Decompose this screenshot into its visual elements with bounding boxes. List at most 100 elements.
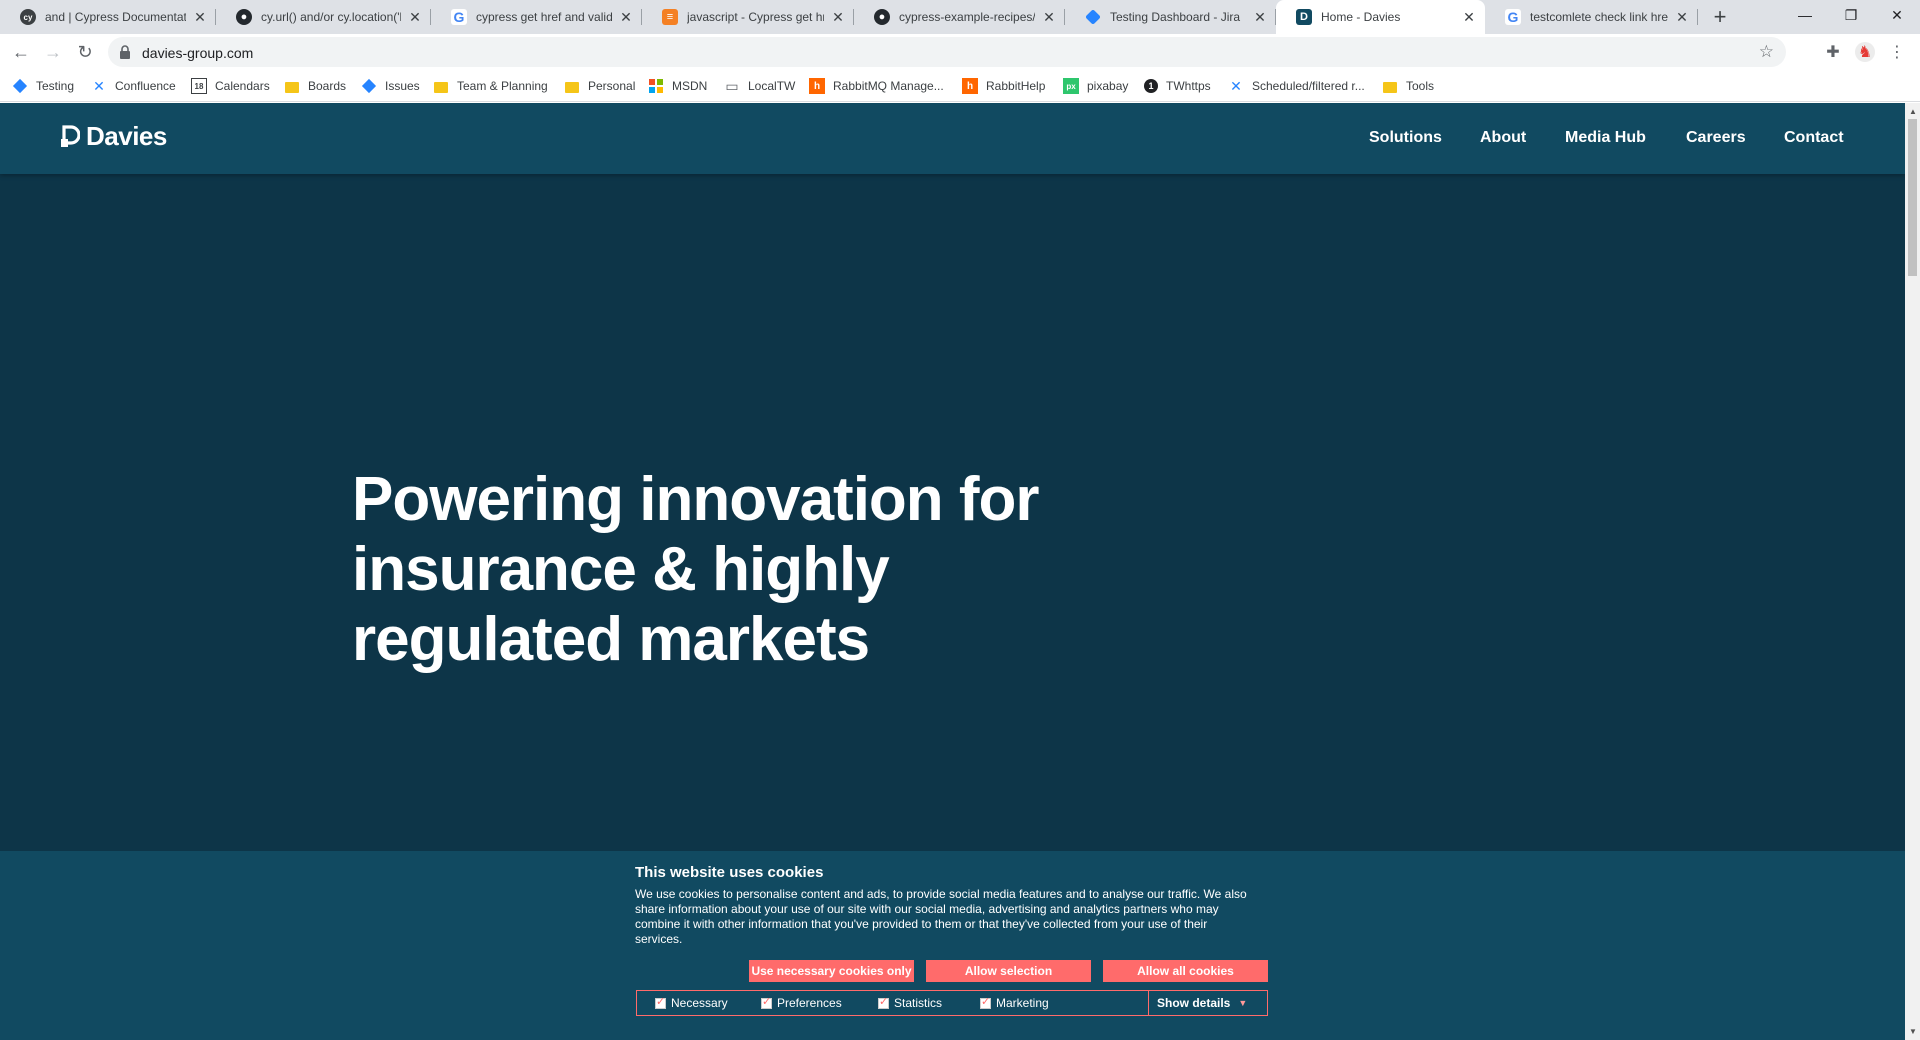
close-icon[interactable]: ✕ — [1461, 9, 1477, 25]
checkbox-checked-icon[interactable] — [655, 995, 666, 1009]
page-scrollbar[interactable]: ▲ ▼ — [1905, 103, 1920, 1040]
show-details-toggle[interactable]: Show details ▼ — [1157, 996, 1247, 1010]
cookie-category-selector: Necessary Preferences Statistics Marketi… — [636, 990, 1268, 1016]
bookmark-item[interactable]: h RabbitMQ Manage... — [809, 77, 944, 95]
checkbox-preferences[interactable]: Preferences — [761, 995, 842, 1010]
new-tab-plus-icon[interactable]: + — [1708, 4, 1732, 29]
nav-media-hub[interactable]: Media Hub — [1565, 129, 1646, 147]
browser-tabstrip: cy and | Cypress Documentation ✕ ● cy.ur… — [0, 0, 1920, 34]
bookmark-star-icon[interactable]: ☆ — [1759, 42, 1774, 62]
close-icon[interactable]: ✕ — [1674, 9, 1690, 25]
bookmark-item[interactable]: ▭ LocalTW — [724, 77, 795, 95]
bookmark-label: TWhttps — [1166, 79, 1211, 93]
bookmark-item[interactable]: 1 TWhttps — [1144, 77, 1211, 95]
bookmark-label: RabbitHelp — [986, 79, 1046, 93]
github-icon: ● — [874, 9, 890, 25]
bookmark-item[interactable]: ✕ Scheduled/filtered r... — [1228, 77, 1365, 95]
github-icon: ● — [236, 9, 252, 25]
menu-kebab-icon[interactable]: ⋮ — [1887, 42, 1907, 62]
google-icon: G — [451, 9, 467, 25]
scroll-up-arrow-icon[interactable]: ▲ — [1909, 107, 1917, 116]
nav-solutions[interactable]: Solutions — [1369, 129, 1442, 147]
divider — [1148, 991, 1149, 1015]
close-icon[interactable]: ✕ — [407, 9, 423, 25]
close-icon[interactable]: ✕ — [830, 9, 846, 25]
tab-title: and | Cypress Documentation — [45, 10, 186, 24]
logo-wordmark: Davies — [86, 121, 167, 151]
checkbox-checked-icon[interactable] — [980, 995, 991, 1009]
checkbox-statistics[interactable]: Statistics — [878, 995, 942, 1010]
bookmark-label: Confluence — [115, 79, 176, 93]
close-icon[interactable]: ✕ — [1252, 9, 1268, 25]
bookmark-label: Tools — [1406, 79, 1435, 93]
nav-contact[interactable]: Contact — [1784, 129, 1844, 147]
restore-icon[interactable]: ❐ — [1828, 0, 1874, 30]
checkbox-necessary[interactable]: Necessary — [655, 995, 728, 1010]
cookie-banner-text: We use cookies to personalise content an… — [635, 887, 1247, 946]
bookmark-item[interactable]: Team & Planning — [433, 77, 548, 95]
browser-tab-active[interactable]: D Home - Davies ✕ — [1276, 0, 1485, 34]
allow-selection-button[interactable]: Allow selection — [926, 960, 1091, 982]
folder-icon — [564, 78, 580, 94]
bookmark-item[interactable]: Boards — [284, 77, 346, 95]
bookmarks-bar: Testing ✕ Confluence 18 Calendars Boards… — [0, 70, 1920, 102]
bookmark-item[interactable]: MSDN — [648, 77, 707, 95]
bookmark-label: Scheduled/filtered r... — [1252, 79, 1365, 93]
url-text: davies-group.com — [142, 45, 254, 61]
minimize-icon[interactable]: — — [1782, 0, 1828, 30]
forward-arrow-icon[interactable]: → — [39, 38, 67, 66]
browser-tab[interactable]: ≡ javascript - Cypress get href ✕ — [642, 0, 854, 34]
bookmark-item[interactable]: Tools — [1382, 77, 1434, 95]
address-bar[interactable]: davies-group.com ☆ — [108, 37, 1786, 67]
nav-about[interactable]: About — [1480, 129, 1526, 147]
profile-avatar-icon[interactable]: ♞ — [1855, 42, 1875, 62]
nav-careers[interactable]: Careers — [1686, 129, 1746, 147]
lock-icon — [120, 45, 130, 59]
bookmark-label: pixabay — [1087, 79, 1129, 93]
bookmark-item[interactable]: h RabbitHelp — [962, 77, 1045, 95]
window-close-icon[interactable]: ✕ — [1874, 0, 1920, 30]
browser-tab[interactable]: G testcomlete check link href ✕ — [1485, 0, 1698, 34]
back-arrow-icon[interactable]: ← — [7, 38, 35, 66]
bookmark-item[interactable]: Personal — [564, 77, 635, 95]
jira-icon — [1085, 9, 1101, 25]
close-icon[interactable]: ✕ — [192, 9, 208, 25]
browser-tab[interactable]: G cypress get href and validate ✕ — [431, 0, 642, 34]
checkbox-marketing[interactable]: Marketing — [980, 995, 1049, 1010]
laptop-icon: ▭ — [725, 77, 739, 94]
use-necessary-cookies-button[interactable]: Use necessary cookies only — [749, 960, 914, 982]
close-icon[interactable]: ✕ — [618, 9, 634, 25]
site-header: Davies Solutions About Media Hub Careers… — [0, 103, 1905, 174]
calendar-icon: 18 — [191, 78, 207, 94]
allow-all-cookies-button[interactable]: Allow all cookies — [1103, 960, 1268, 982]
reload-icon[interactable]: ↻ — [71, 38, 99, 66]
davies-icon: D — [1296, 9, 1312, 25]
browser-tab[interactable]: cy and | Cypress Documentation ✕ — [0, 0, 216, 34]
browser-toolbar: ← → ↻ davies-group.com ☆ ✚ ♞ ⋮ — [0, 34, 1920, 70]
checkbox-checked-icon[interactable] — [878, 995, 889, 1009]
bookmark-item[interactable]: Testing — [12, 77, 74, 95]
bookmark-item[interactable]: px pixabay — [1063, 77, 1128, 95]
bookmark-label: Personal — [588, 79, 636, 93]
scrollbar-thumb[interactable] — [1908, 119, 1917, 276]
bookmark-item[interactable]: 18 Calendars — [191, 77, 270, 95]
folder-icon — [1382, 78, 1398, 94]
bookmark-item[interactable]: ✕ Confluence — [91, 77, 176, 95]
bookmark-label: Testing — [36, 79, 75, 93]
tab-title: cypress-example-recipes/ta — [899, 10, 1035, 24]
scroll-down-arrow-icon[interactable]: ▼ — [1909, 1027, 1917, 1036]
browser-tab[interactable]: ● cy.url() and/or cy.location('h ✕ — [216, 0, 431, 34]
circle-one-icon: 1 — [1144, 79, 1158, 93]
bookmark-label: Boards — [308, 79, 347, 93]
tab-title: cy.url() and/or cy.location('h — [261, 10, 401, 24]
browser-tab[interactable]: ● cypress-example-recipes/ta ✕ — [854, 0, 1065, 34]
davies-logo[interactable]: Davies — [60, 121, 167, 152]
close-icon[interactable]: ✕ — [1041, 9, 1057, 25]
stackoverflow-icon: ≡ — [662, 9, 678, 25]
extensions-puzzle-icon[interactable]: ✚ — [1823, 42, 1843, 62]
browser-tab[interactable]: Testing Dashboard - Jira ✕ — [1065, 0, 1276, 34]
bookmark-item[interactable]: Issues — [361, 77, 420, 95]
jira-icon — [361, 78, 377, 94]
checkbox-checked-icon[interactable] — [761, 995, 772, 1009]
show-details-label: Show details — [1157, 996, 1231, 1010]
